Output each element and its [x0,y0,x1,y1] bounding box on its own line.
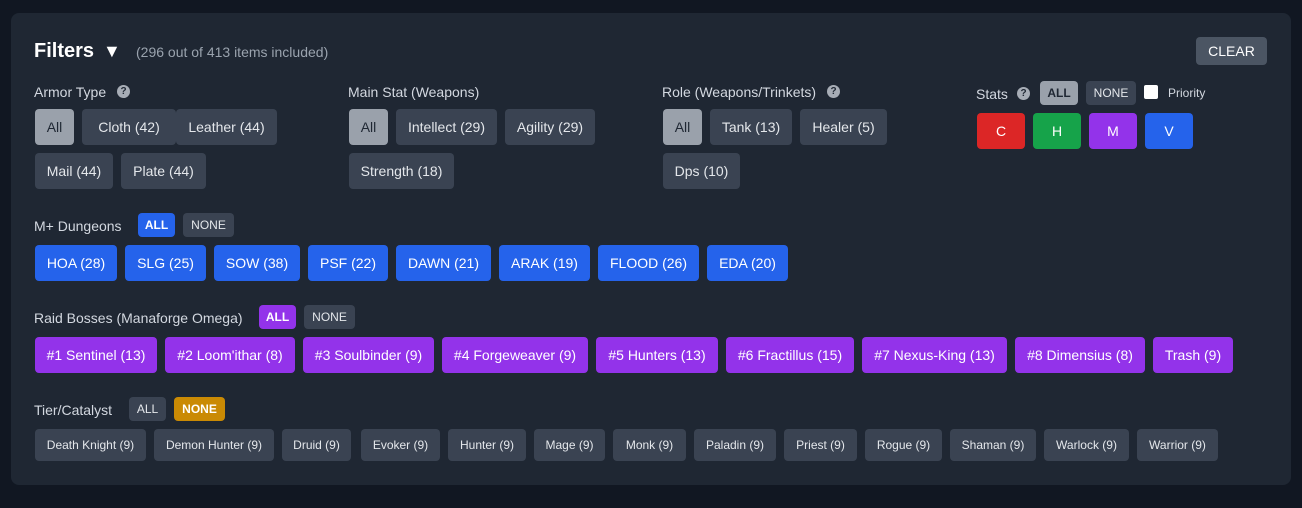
dungeon-eda[interactable]: EDA (20) [707,245,788,281]
main-stat-option-all[interactable]: All [349,109,388,145]
tier-class-hunter[interactable]: Hunter (9) [448,429,526,461]
stat-button-v[interactable]: V [1145,113,1193,149]
tier-class-druid[interactable]: Druid (9) [282,429,351,461]
tier-label: Tier/Catalyst [34,402,113,418]
armor-option-all[interactable]: All [35,109,74,145]
role-help-icon[interactable]: ? [827,85,840,98]
role-option-tank[interactable]: Tank (13) [710,109,792,145]
raid-trash[interactable]: Trash (9) [1153,337,1233,373]
tier-class-demon-hunter[interactable]: Demon Hunter (9) [154,429,274,461]
tier-class-paladin[interactable]: Paladin (9) [694,429,776,461]
filters-title[interactable]: Filters [34,40,94,63]
role-label: Role (Weapons/Trinkets) [662,84,817,100]
filters-panel: Filters ▼ (296 out of 413 items included… [11,13,1291,485]
tier-class-shaman[interactable]: Shaman (9) [950,429,1036,461]
raid-boss-1[interactable]: #1 Sentinel (13) [35,337,157,373]
stats-label: Stats [976,86,1008,102]
clear-button[interactable]: CLEAR [1196,37,1267,65]
main-stat-option-agility[interactable]: Agility (29) [505,109,595,145]
role-option-dps[interactable]: Dps (10) [663,153,740,189]
raid-boss-7[interactable]: #7 Nexus-King (13) [862,337,1007,373]
main-stat-label: Main Stat (Weapons) [348,84,480,100]
stats-none-button[interactable]: NONE [1086,81,1136,105]
dungeon-dawn[interactable]: DAWN (21) [396,245,491,281]
tier-class-death-knight[interactable]: Death Knight (9) [35,429,146,461]
dungeons-all-button[interactable]: ALL [138,213,175,237]
armor-option-leather[interactable]: Leather (44) [176,109,277,145]
raid-boss-5[interactable]: #5 Hunters (13) [596,337,718,373]
armor-help-icon[interactable]: ? [117,85,130,98]
tier-class-evoker[interactable]: Evoker (9) [361,429,440,461]
stats-all-button[interactable]: ALL [1040,81,1078,105]
main-stat-option-strength[interactable]: Strength (18) [349,153,454,189]
raid-all-button[interactable]: ALL [259,305,296,329]
raid-boss-8[interactable]: #8 Dimensius (8) [1015,337,1145,373]
main-stat-option-intellect[interactable]: Intellect (29) [396,109,497,145]
armor-type-label: Armor Type [34,84,107,100]
armor-option-plate[interactable]: Plate (44) [121,153,206,189]
raid-label: Raid Bosses (Manaforge Omega) [34,310,243,326]
raid-boss-3[interactable]: #3 Soulbinder (9) [303,337,434,373]
raid-none-button[interactable]: NONE [304,305,355,329]
dungeons-label: M+ Dungeons [34,218,122,234]
tier-class-priest[interactable]: Priest (9) [784,429,857,461]
stat-button-c[interactable]: C [977,113,1025,149]
dungeons-none-button[interactable]: NONE [183,213,234,237]
dungeon-slg[interactable]: SLG (25) [125,245,206,281]
stat-button-m[interactable]: M [1089,113,1137,149]
dungeon-flood[interactable]: FLOOD (26) [598,245,699,281]
tier-all-button[interactable]: ALL [129,397,166,421]
role-option-healer[interactable]: Healer (5) [800,109,887,145]
armor-option-mail[interactable]: Mail (44) [35,153,113,189]
armor-option-cloth[interactable]: Cloth (42) [82,109,176,145]
priority-label: Priority [1168,86,1206,100]
raid-boss-6[interactable]: #6 Fractillus (15) [726,337,854,373]
items-included-summary: (296 out of 413 items included) [136,44,329,60]
dungeon-sow[interactable]: SOW (38) [214,245,300,281]
stat-button-h[interactable]: H [1033,113,1081,149]
tier-class-warlock[interactable]: Warlock (9) [1044,429,1129,461]
priority-checkbox[interactable] [1144,85,1158,99]
dungeon-hoa[interactable]: HOA (28) [35,245,117,281]
tier-class-mage[interactable]: Mage (9) [534,429,605,461]
dungeon-psf[interactable]: PSF (22) [308,245,388,281]
tier-class-warrior[interactable]: Warrior (9) [1137,429,1218,461]
dungeon-arak[interactable]: ARAK (19) [499,245,590,281]
role-option-all[interactable]: All [663,109,702,145]
tier-class-rogue[interactable]: Rogue (9) [865,429,942,461]
collapse-caret-icon[interactable]: ▼ [103,41,121,62]
raid-boss-2[interactable]: #2 Loom'ithar (8) [165,337,295,373]
stats-help-icon[interactable]: ? [1017,87,1030,100]
tier-class-monk[interactable]: Monk (9) [613,429,686,461]
raid-boss-4[interactable]: #4 Forgeweaver (9) [442,337,588,373]
tier-none-button[interactable]: NONE [174,397,225,421]
